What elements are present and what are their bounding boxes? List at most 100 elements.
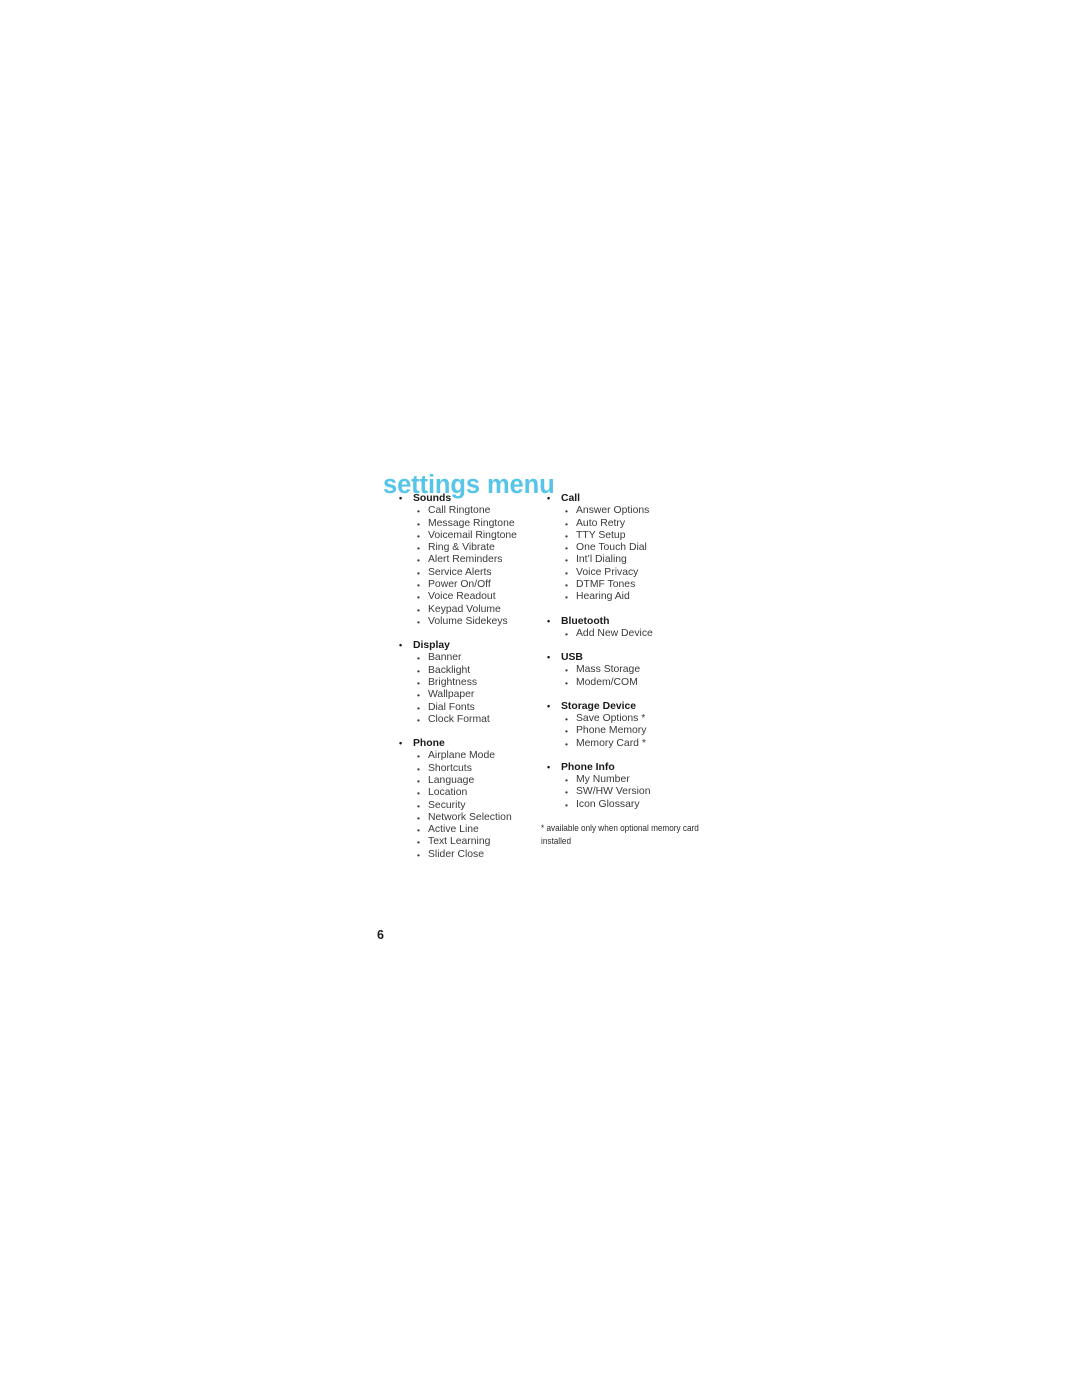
bullet-icon: • — [417, 677, 420, 688]
settings-item-label: Modem/COM — [576, 676, 638, 688]
bullet-icon: • — [565, 738, 568, 749]
bullet-icon: • — [565, 677, 568, 688]
bullet-icon: • — [417, 837, 420, 848]
settings-sublist-usb: • Mass Storage • Modem/COM — [547, 664, 727, 689]
settings-item-language[interactable]: • Language — [399, 775, 549, 787]
settings-item-label: Dial Fonts — [428, 701, 475, 713]
settings-item-text-learning[interactable]: • Text Learning — [399, 836, 549, 848]
settings-item-icon-glossary[interactable]: • Icon Glossary — [547, 799, 727, 811]
settings-item-service-alerts[interactable]: • Service Alerts — [399, 567, 549, 579]
settings-item-auto-retry[interactable]: • Auto Retry — [547, 518, 727, 530]
settings-group-label: Phone — [413, 738, 445, 750]
manual-page: settings menu • Sounds • Call Ringtone • Mess… — [0, 0, 1080, 1397]
bullet-icon: • — [417, 788, 420, 799]
settings-item-slider-close[interactable]: • Slider Close — [399, 849, 549, 861]
settings-item-label: Volume Sidekeys — [428, 615, 508, 627]
settings-group-header-phone-info[interactable]: • Phone Info — [547, 761, 727, 774]
settings-group-bluetooth: • Bluetooth • Add New Device — [547, 615, 727, 641]
settings-item-ring-vibrate[interactable]: • Ring & Vibrate — [399, 542, 549, 554]
settings-item-modem-com[interactable]: • Modem/COM — [547, 677, 727, 689]
bullet-icon: • — [417, 714, 420, 725]
settings-item-network-selection[interactable]: • Network Selection — [399, 812, 549, 824]
settings-item-backlight[interactable]: • Backlight — [399, 665, 549, 677]
settings-group-phone: • Phone • Airplane Mode • Shortcuts • Language •… — [399, 737, 549, 861]
settings-item-answer-options[interactable]: • Answer Options — [547, 505, 727, 517]
settings-item-brightness[interactable]: • Brightness — [399, 677, 549, 689]
settings-item-label: Keypad Volume — [428, 603, 501, 615]
bullet-icon: • — [417, 592, 420, 603]
settings-group-header-bluetooth[interactable]: • Bluetooth — [547, 615, 727, 628]
settings-item-label: One Touch Dial — [576, 542, 647, 554]
settings-group-sounds: • Sounds • Call Ringtone • Message Ringtone • V… — [399, 492, 549, 628]
settings-item-my-number[interactable]: • My Number — [547, 774, 727, 786]
settings-item-label: Memory Card * — [576, 737, 646, 749]
bullet-icon: • — [417, 567, 420, 578]
settings-item-hearing-aid[interactable]: • Hearing Aid — [547, 591, 727, 603]
settings-group-header-usb[interactable]: • USB — [547, 651, 727, 664]
bullet-icon: • — [565, 714, 568, 725]
settings-group-header-display[interactable]: • Display — [399, 639, 549, 652]
settings-item-tty-setup[interactable]: • TTY Setup — [547, 530, 727, 542]
settings-item-label: Clock Format — [428, 713, 490, 725]
bullet-icon: • — [565, 506, 568, 517]
bullet-icon: • — [565, 579, 568, 590]
settings-group-header-phone[interactable]: • Phone — [399, 737, 549, 750]
settings-item-label: DTMF Tones — [576, 578, 636, 590]
settings-item-label: Security — [428, 799, 466, 811]
settings-item-dial-fonts[interactable]: • Dial Fonts — [399, 702, 549, 714]
settings-item-call-ringtone[interactable]: • Call Ringtone — [399, 505, 549, 517]
settings-item-label: TTY Setup — [576, 529, 626, 541]
bullet-icon: • — [399, 738, 403, 749]
settings-item-label: Location — [428, 787, 468, 799]
settings-item-int-l-dialing[interactable]: • Int’l Dialing — [547, 554, 727, 566]
settings-item-clock-format[interactable]: • Clock Format — [399, 714, 549, 726]
settings-item-label: Voicemail Ringtone — [428, 529, 517, 541]
settings-item-dtmf-tones[interactable]: • DTMF Tones — [547, 579, 727, 591]
settings-group-header-storage-device[interactable]: • Storage Device — [547, 700, 727, 713]
settings-item-label: Auto Retry — [576, 517, 626, 529]
settings-item-label: Backlight — [428, 664, 471, 676]
settings-item-voice-readout[interactable]: • Voice Readout — [399, 591, 549, 603]
bullet-icon: • — [417, 555, 420, 566]
settings-sublist-bluetooth: • Add New Device — [547, 628, 727, 640]
settings-group-phone-info: • Phone Info • My Number • SW/HW Version • Icon… — [547, 761, 727, 811]
settings-item-active-line[interactable]: • Active Line — [399, 824, 549, 836]
settings-group-header-sounds[interactable]: • Sounds — [399, 492, 549, 505]
settings-group-label: USB — [561, 652, 583, 664]
settings-item-airplane-mode[interactable]: • Airplane Mode — [399, 750, 549, 762]
settings-item-security[interactable]: • Security — [399, 800, 549, 812]
settings-item-sw-hw-version[interactable]: • SW/HW Version — [547, 786, 727, 798]
settings-item-save-options[interactable]: • Save Options * — [547, 713, 727, 725]
bullet-icon: • — [547, 615, 551, 626]
settings-item-label: Message Ringtone — [428, 517, 515, 529]
settings-item-memory-card[interactable]: • Memory Card * — [547, 738, 727, 750]
settings-item-banner[interactable]: • Banner — [399, 652, 549, 664]
settings-item-add-new-device[interactable]: • Add New Device — [547, 628, 727, 640]
settings-group-label: Storage Device — [561, 700, 637, 712]
settings-item-phone-memory[interactable]: • Phone Memory — [547, 725, 727, 737]
settings-item-location[interactable]: • Location — [399, 787, 549, 799]
settings-item-volume-sidekeys[interactable]: • Volume Sidekeys — [399, 616, 549, 628]
settings-group-header-call[interactable]: • Call — [547, 492, 727, 505]
bullet-icon: • — [565, 530, 568, 541]
settings-item-alert-reminders[interactable]: • Alert Reminders — [399, 554, 549, 566]
settings-group-label: Call — [561, 493, 581, 504]
settings-item-voice-privacy[interactable]: • Voice Privacy — [547, 567, 727, 579]
bullet-icon: • — [417, 775, 420, 786]
settings-item-power-on-off[interactable]: • Power On/Off — [399, 579, 549, 591]
settings-item-label: Save Options * — [576, 713, 646, 725]
settings-item-keypad-volume[interactable]: • Keypad Volume — [399, 604, 549, 616]
settings-item-label: SW/HW Version — [576, 786, 651, 798]
settings-item-one-touch-dial[interactable]: • One Touch Dial — [547, 542, 727, 554]
bullet-icon: • — [565, 665, 568, 676]
settings-item-wallpaper[interactable]: • Wallpaper — [399, 689, 549, 701]
settings-item-message-ringtone[interactable]: • Message Ringtone — [399, 518, 549, 530]
bullet-icon: • — [417, 800, 420, 811]
settings-item-label: Int’l Dialing — [576, 554, 627, 566]
settings-item-label: Wallpaper — [428, 689, 475, 701]
settings-sublist-phone: • Airplane Mode • Shortcuts • Language • Locati… — [399, 750, 549, 861]
settings-item-voicemail-ringtone[interactable]: • Voicemail Ringtone — [399, 530, 549, 542]
settings-item-shortcuts[interactable]: • Shortcuts — [399, 763, 549, 775]
settings-item-mass-storage[interactable]: • Mass Storage — [547, 664, 727, 676]
settings-item-label: Shortcuts — [428, 762, 472, 774]
